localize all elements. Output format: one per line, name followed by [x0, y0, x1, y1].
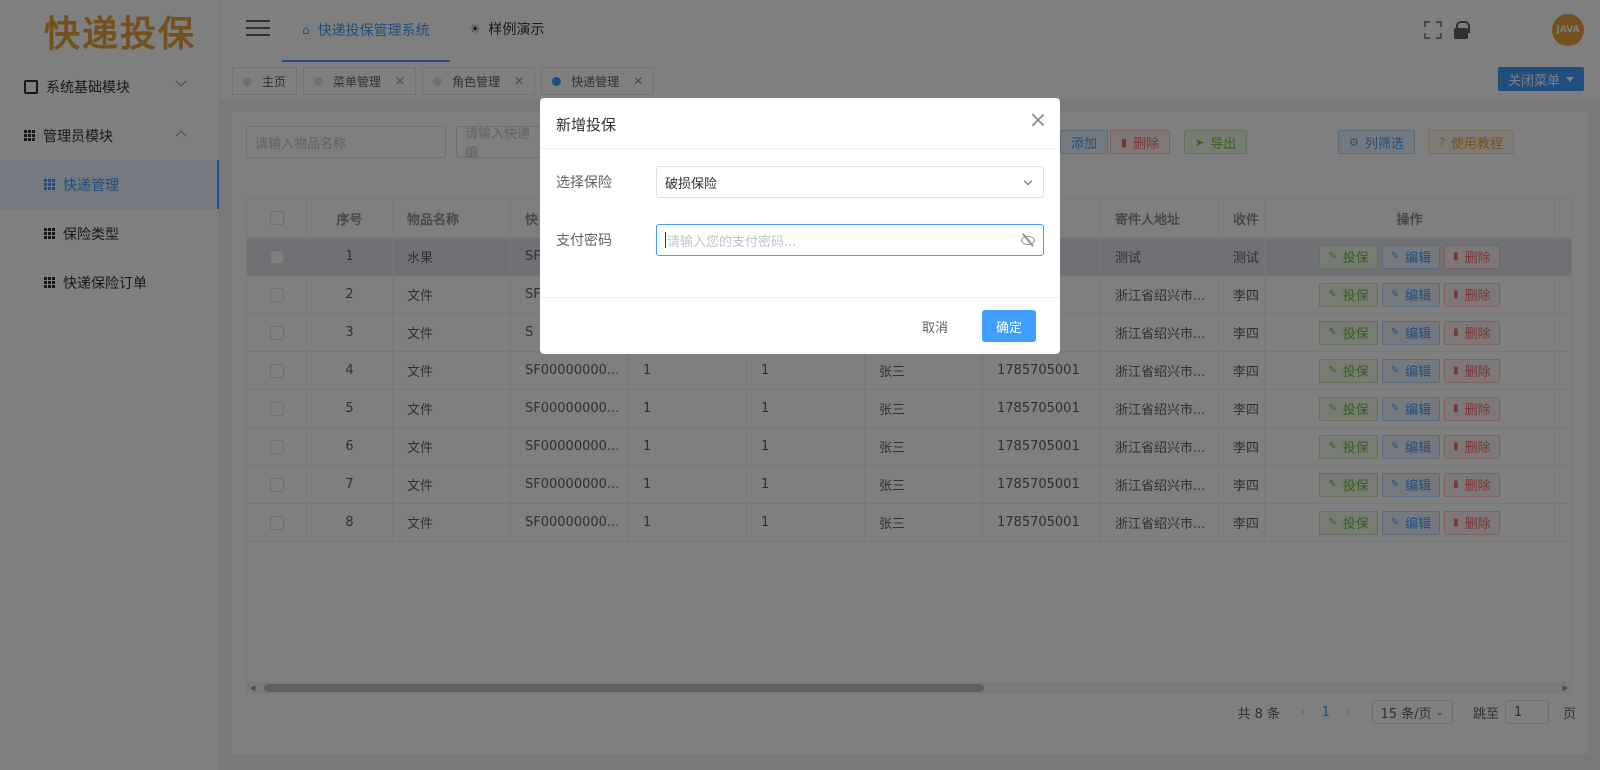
insurance-label: 选择保险 — [556, 175, 612, 191]
insurance-select[interactable]: 破损保险 — [656, 166, 1044, 198]
dialog-divider — [540, 297, 1060, 298]
chevron-down-icon — [1023, 176, 1033, 186]
dialog-title: 新增投保 — [556, 116, 617, 134]
add-insurance-dialog: 新增投保 选择保险 破损保险 支付密码 请输入您的支付密码... 取消 确定 — [540, 98, 1060, 354]
eye-off-icon[interactable] — [1021, 234, 1035, 246]
confirm-button[interactable]: 确定 — [982, 310, 1037, 342]
password-placeholder: 请输入您的支付密码... — [667, 234, 797, 250]
password-input[interactable]: 请输入您的支付密码... — [656, 224, 1044, 256]
cancel-button[interactable]: 取消 — [908, 310, 962, 342]
insurance-value: 破损保险 — [665, 176, 718, 192]
close-icon[interactable] — [1030, 112, 1046, 128]
password-label: 支付密码 — [556, 233, 612, 249]
text-cursor — [665, 232, 666, 248]
dialog-divider — [540, 148, 1060, 149]
